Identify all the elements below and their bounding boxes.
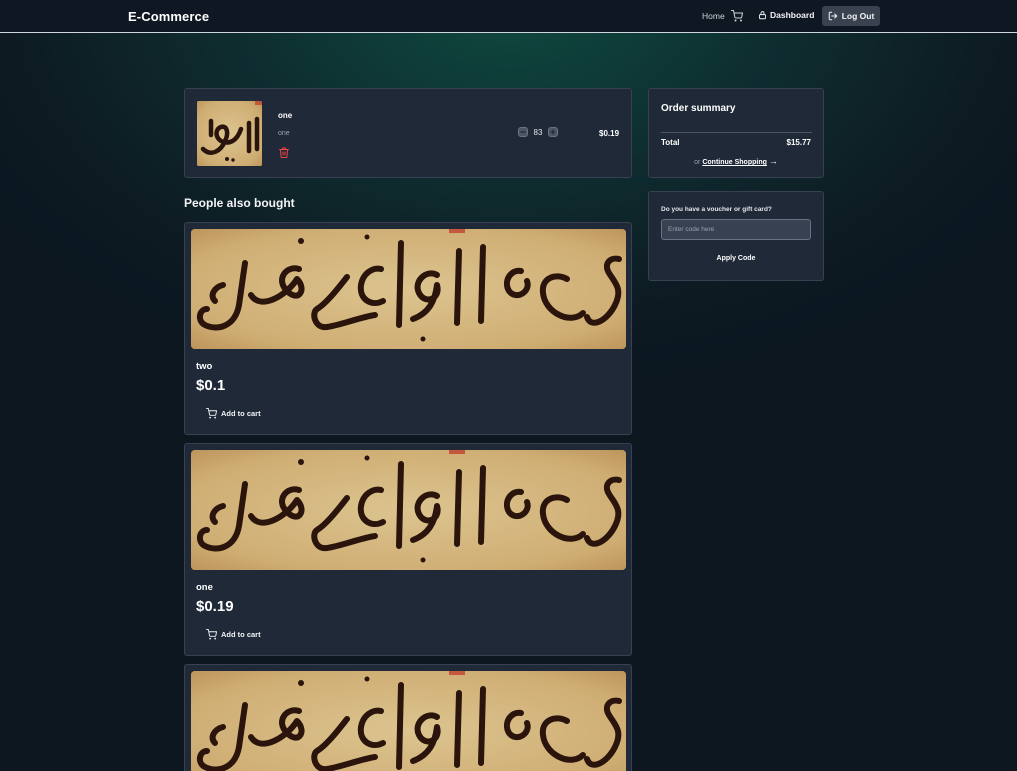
add-to-cart-label: Add to cart: [221, 409, 261, 418]
recommendations-title: People also bought: [184, 196, 295, 210]
product-image[interactable]: [191, 671, 626, 771]
add-to-cart-button[interactable]: Add to cart: [206, 629, 261, 640]
order-summary: Order summary Total $15.77 or Continue S…: [648, 88, 824, 178]
nav-dashboard-label: Dashboard: [770, 10, 815, 20]
arrow-right-icon[interactable]: →: [769, 156, 778, 166]
product-price: $0.1: [196, 377, 226, 394]
product-card: two $0.1 Add to cart: [184, 222, 632, 435]
divider: [661, 132, 812, 133]
product-name[interactable]: one: [196, 582, 213, 593]
cart-item-description: one: [278, 130, 290, 137]
logout-icon: [828, 11, 837, 21]
minus-icon[interactable]: [518, 127, 528, 137]
shopping-cart-icon: [206, 408, 217, 419]
plus-icon[interactable]: [548, 127, 558, 137]
or-text: or: [694, 159, 701, 166]
cart-item-price: $0.19: [599, 129, 620, 138]
cart-item-image: [197, 101, 262, 166]
shopping-cart-icon: [206, 629, 217, 640]
continue-shopping-link[interactable]: Continue Shopping: [702, 159, 767, 166]
product-image[interactable]: [191, 229, 626, 349]
quantity-value: 83: [533, 127, 543, 137]
voucher-code-input[interactable]: [661, 219, 811, 240]
logout-label: Log Out: [841, 11, 875, 21]
cart-item-title[interactable]: one: [278, 111, 292, 120]
product-name[interactable]: two: [196, 361, 212, 372]
total-value: $15.77: [786, 138, 811, 147]
order-summary-title: Order summary: [661, 103, 736, 114]
add-to-cart-label: Add to cart: [221, 630, 261, 639]
product-card: [184, 664, 632, 771]
add-to-cart-button[interactable]: Add to cart: [206, 408, 261, 419]
top-navbar: E-Commerce Home Dashboard Log Out: [0, 0, 1017, 33]
apply-code-button[interactable]: Apply Code: [649, 255, 823, 262]
product-price: $0.19: [196, 598, 234, 615]
continue-shopping-row: or Continue Shopping →: [649, 156, 823, 166]
trash-icon[interactable]: [278, 146, 290, 159]
logout-button[interactable]: Log Out: [822, 6, 880, 26]
shopping-cart-icon[interactable]: [731, 10, 743, 22]
nav-home-link[interactable]: Home: [702, 11, 725, 21]
voucher-panel: Do you have a voucher or gift card? Appl…: [648, 191, 824, 281]
cart-item: one one 83 $0.19: [184, 88, 632, 178]
product-image[interactable]: [191, 450, 626, 570]
brand-logo[interactable]: E-Commerce: [128, 9, 209, 24]
nav-dashboard-link[interactable]: Dashboard: [758, 10, 814, 20]
total-label: Total: [661, 138, 680, 147]
quantity-stepper: 83: [518, 127, 558, 137]
product-card: one $0.19 Add to cart: [184, 443, 632, 656]
lock-icon: [759, 11, 766, 20]
voucher-label: Do you have a voucher or gift card?: [661, 206, 772, 213]
